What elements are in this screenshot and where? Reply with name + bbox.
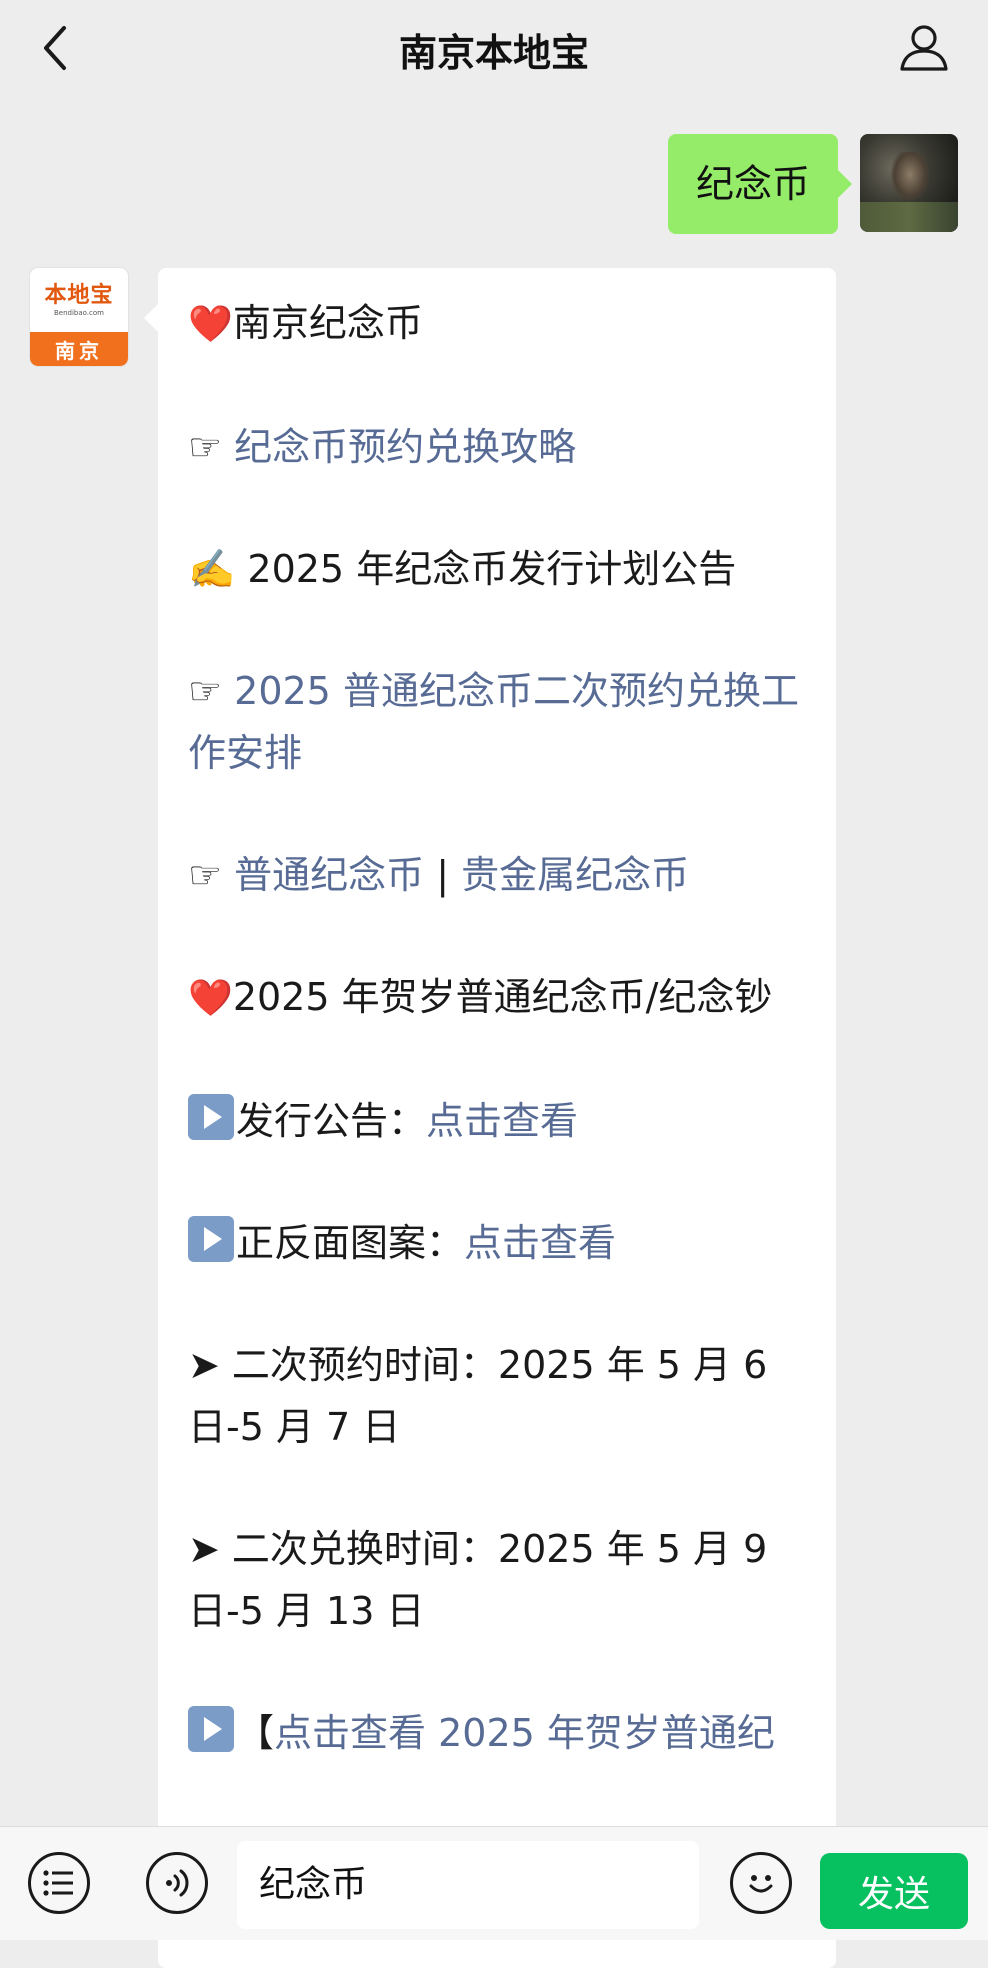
- arrow-icon: ➤: [188, 1527, 232, 1571]
- line-plan: ✍️ 2025 年纪念币发行计划公告: [188, 547, 737, 591]
- user-avatar[interactable]: [860, 134, 958, 232]
- heart-icon: ❤️: [188, 978, 233, 1019]
- line-new-year-coin: ❤️2025 年贺岁普通纪念币/纪念钞: [188, 975, 773, 1019]
- person-icon: [900, 25, 948, 71]
- play-button-icon: [188, 1706, 234, 1752]
- line-announcement: 发行公告：点击查看: [188, 1090, 808, 1152]
- line-view-more: 【点击查看 2025 年贺岁普通纪: [188, 1702, 808, 1764]
- link-view-more[interactable]: 点击查看 2025 年贺岁普通纪: [274, 1711, 775, 1755]
- link-design[interactable]: 点击查看: [464, 1221, 616, 1265]
- line-design: 正反面图案：点击查看: [188, 1212, 808, 1274]
- line-exchange-time: ➤ 二次兑换时间：2025 年 5 月 9 日-5 月 13 日: [188, 1527, 768, 1633]
- heart-icon: ❤️: [188, 304, 233, 345]
- play-button-icon: [188, 1216, 234, 1262]
- line-title: ❤️南京纪念币: [188, 301, 423, 345]
- menu-button[interactable]: [28, 1852, 90, 1914]
- line-reservation-time: ➤ 二次预约时间：2025 年 5 月 6 日-5 月 7 日: [188, 1343, 768, 1449]
- send-button[interactable]: 发送: [820, 1853, 968, 1929]
- line-second-reservation: ☞ 2025 普通纪念币二次预约兑换工作安排: [188, 660, 808, 784]
- list-icon: [43, 1870, 73, 1896]
- smiley-icon: [749, 1875, 773, 1893]
- emoji-button[interactable]: [730, 1852, 792, 1914]
- profile-button[interactable]: [894, 14, 954, 80]
- chevron-left-icon: [44, 26, 66, 70]
- line-coin-types: ☞ 普通纪念币 | 贵金属纪念币: [188, 853, 690, 897]
- link-announcement[interactable]: 点击查看: [426, 1099, 578, 1143]
- chat-title: 南京本地宝: [398, 30, 589, 75]
- writing-hand-icon: ✍️: [188, 547, 248, 591]
- logo-city-label: 南京: [30, 332, 128, 366]
- voice-button[interactable]: [146, 1852, 208, 1914]
- bendibao-logo: 本地宝 Bendibao.com: [44, 282, 114, 317]
- back-button[interactable]: [30, 18, 80, 78]
- pointing-hand-icon: ☞: [188, 669, 235, 713]
- play-button-icon: [188, 1094, 234, 1140]
- outgoing-message-row: 纪念币: [667, 134, 958, 234]
- link-precious-coin[interactable]: 贵金属纪念币: [461, 853, 689, 897]
- line-guide: ☞ 纪念币预约兑换攻略: [188, 416, 808, 478]
- link-guide[interactable]: 纪念币预约兑换攻略: [234, 425, 576, 469]
- voice-icon: [166, 1869, 189, 1897]
- link-second-reservation[interactable]: 2025 普通纪念币二次预约兑换工作安排: [188, 669, 799, 775]
- pointing-hand-icon: ☞: [188, 853, 235, 897]
- link-ordinary-coin[interactable]: 普通纪念币: [234, 853, 424, 897]
- official-account-avatar[interactable]: 本地宝 Bendibao.com 南京: [30, 268, 128, 366]
- chat-header: 南京本地宝: [0, 0, 988, 98]
- arrow-icon: ➤: [188, 1343, 232, 1387]
- incoming-message-bubble: ❤️南京纪念币 ☞ 纪念币预约兑换攻略 ✍️ 2025 年纪念币发行计划公告 ☞…: [144, 268, 836, 1968]
- input-bar: 纪念币 发送: [0, 1826, 988, 1940]
- pointing-hand-icon: ☞: [188, 425, 235, 469]
- message-input[interactable]: 纪念币: [237, 1841, 699, 1929]
- outgoing-message-bubble[interactable]: 纪念币: [667, 134, 853, 234]
